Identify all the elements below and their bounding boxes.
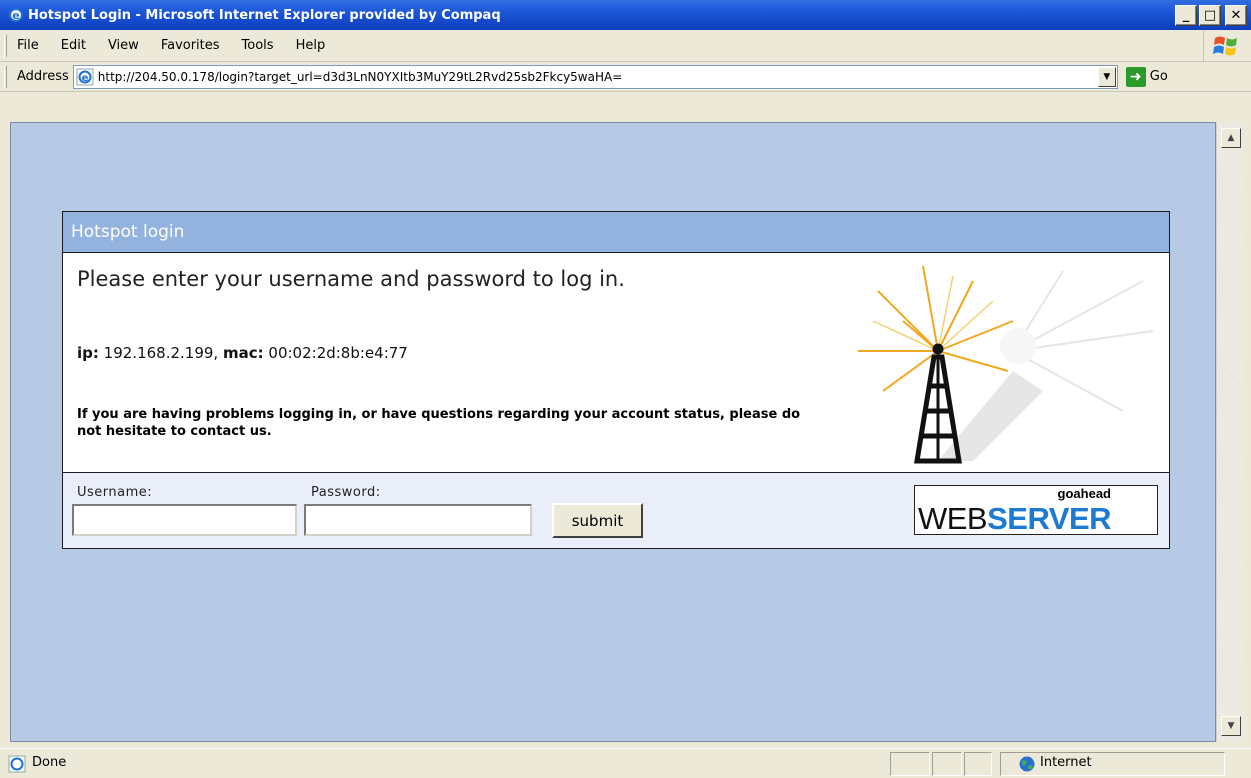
status-pane-2 — [932, 752, 962, 776]
ip-value: 192.168.2.199, — [103, 344, 219, 362]
logo-server-text: SERVER — [987, 501, 1112, 536]
ip-label: ip: — [77, 344, 99, 362]
panel-header: Hotspot login — [63, 212, 1169, 253]
window-title-bar[interactable]: e Hotspot Login - Microsoft Internet Exp… — [0, 0, 1251, 30]
go-label: Go — [1149, 69, 1168, 84]
maximize-icon: □ — [1203, 8, 1217, 23]
go-arrow-icon: ➜ — [1125, 66, 1146, 87]
address-grip[interactable] — [4, 65, 7, 88]
status-text: Done — [32, 755, 67, 770]
panel-body: Please enter your username and password … — [63, 253, 1169, 473]
menu-bar: File Edit View Favorites Tools Help — [0, 30, 1251, 62]
window-title: Hotspot Login - Microsoft Internet Explo… — [28, 7, 501, 23]
client-info: ip: 192.168.2.199, mac: 00:02:2d:8b:e4:7… — [77, 344, 408, 362]
svg-text:e: e — [12, 9, 19, 22]
password-input[interactable] — [304, 504, 532, 536]
go-button[interactable]: ➜ Go — [1125, 66, 1168, 87]
minimize-icon: _ — [1182, 8, 1190, 23]
password-label: Password: — [311, 485, 381, 500]
close-icon: ✕ — [1230, 8, 1242, 23]
logo-web-text: WEB — [918, 501, 988, 536]
username-label: Username: — [77, 485, 153, 500]
submit-button[interactable]: submit — [552, 503, 643, 538]
menu-tools[interactable]: Tools — [242, 38, 274, 53]
page-ie-icon: e — [76, 68, 94, 85]
radio-tower-icon — [858, 265, 1154, 464]
status-bar: Done Internet — [0, 748, 1251, 778]
menu-favorites[interactable]: Favorites — [161, 38, 220, 53]
goahead-webserver-logo: goahead WEBSERVER — [914, 485, 1158, 535]
menu-view[interactable]: View — [108, 38, 139, 53]
scroll-down-button[interactable]: ▼ — [1221, 716, 1241, 736]
menu-help[interactable]: Help — [296, 38, 326, 53]
vertical-scrollbar[interactable]: ▲ ▼ — [1216, 122, 1244, 742]
security-zone-text: Internet — [1040, 755, 1092, 770]
login-prompt: Please enter your username and password … — [77, 267, 625, 291]
mac-value: 00:02:2d:8b:e4:77 — [268, 344, 408, 362]
address-label: Address — [17, 69, 69, 84]
address-dropdown-button[interactable]: ▼ — [1097, 66, 1116, 87]
scroll-down-icon: ▼ — [1227, 721, 1235, 731]
login-form: Username: Password: submit goahead WEBSE… — [63, 473, 1169, 548]
status-pane-1 — [890, 752, 930, 776]
maximize-button[interactable]: □ — [1199, 5, 1221, 26]
status-pane-3 — [964, 752, 992, 776]
hotspot-login-panel: Hotspot login Please enter your username… — [62, 211, 1170, 549]
mac-label: mac: — [222, 344, 264, 362]
toolbar-grip[interactable] — [4, 34, 7, 57]
panel-title: Hotspot login — [71, 222, 185, 242]
username-input[interactable] — [72, 504, 297, 536]
windows-flag-icon — [1203, 30, 1247, 62]
minimize-button[interactable]: _ — [1175, 5, 1197, 26]
svg-text:e: e — [81, 73, 88, 84]
address-bar: Address e http://204.50.0.178/login?targ… — [0, 62, 1251, 92]
scroll-up-icon: ▲ — [1227, 133, 1235, 143]
help-text: If you are having problems logging in, o… — [77, 407, 801, 439]
logo-goahead-text: goahead — [1057, 486, 1111, 501]
menu-file[interactable]: File — [17, 38, 39, 53]
close-button[interactable]: ✕ — [1225, 5, 1247, 26]
ie-icon: e — [9, 8, 23, 22]
page-status-icon — [8, 755, 26, 773]
globe-icon — [1019, 756, 1035, 772]
scroll-up-button[interactable]: ▲ — [1221, 128, 1241, 148]
address-url: http://204.50.0.178/login?target_url=d3d… — [97, 69, 623, 84]
address-input[interactable]: e http://204.50.0.178/login?target_url=d… — [72, 64, 1118, 89]
chevron-down-icon: ▼ — [1103, 71, 1111, 82]
menu-edit[interactable]: Edit — [61, 38, 86, 53]
